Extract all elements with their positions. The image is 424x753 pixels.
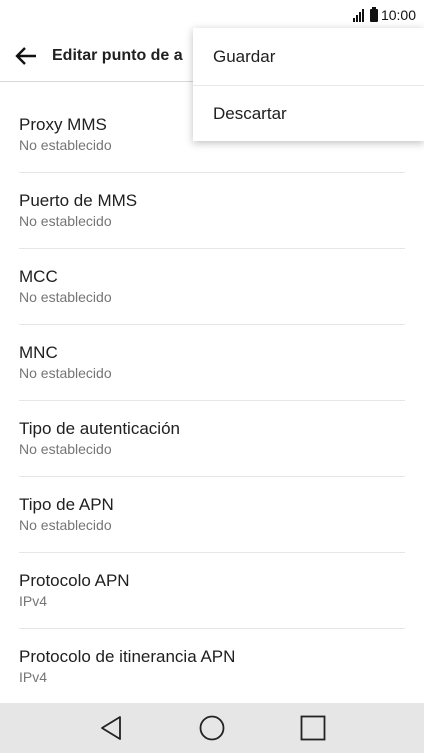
settings-list: Proxy MMS No establecido Puerto de MMS N… — [0, 97, 424, 705]
back-button[interactable] — [0, 30, 52, 82]
home-circle-icon — [199, 715, 225, 741]
list-item-tipo-apn[interactable]: Tipo de APN No establecido — [19, 477, 405, 553]
item-value: No establecido — [19, 365, 112, 381]
battery-icon — [369, 6, 378, 22]
page-title: Editar punto de a — [52, 46, 183, 64]
list-item-mnc[interactable]: MNC No establecido — [19, 325, 405, 401]
item-title: MNC — [19, 343, 58, 362]
list-item-mcc[interactable]: MCC No establecido — [19, 249, 405, 325]
item-value: IPv4 — [19, 669, 48, 685]
recents-square-icon — [300, 715, 326, 741]
signal-icon — [352, 8, 364, 22]
item-title: MCC — [19, 267, 58, 286]
list-item-protocolo-itinerancia-apn[interactable]: Protocolo de itinerancia APN IPv4 — [19, 629, 405, 705]
list-item-puerto-mms[interactable]: Puerto de MMS No establecido — [19, 173, 405, 249]
item-title: Protocolo de itinerancia APN — [19, 647, 236, 666]
status-time: 10:00 — [380, 7, 416, 23]
navigation-bar — [0, 703, 424, 753]
nav-back-button[interactable] — [91, 708, 131, 748]
item-value: No establecido — [19, 517, 112, 533]
back-triangle-icon — [100, 716, 121, 740]
status-bar: 10:00 — [0, 0, 424, 30]
nav-recents-button[interactable] — [293, 708, 333, 748]
overflow-menu: Guardar Descartar — [193, 28, 424, 141]
item-value: No establecido — [19, 289, 112, 305]
list-item-tipo-autenticacion[interactable]: Tipo de autenticación No establecido — [19, 401, 405, 477]
item-value: IPv4 — [19, 593, 48, 609]
list-item-protocolo-apn[interactable]: Protocolo APN IPv4 — [19, 553, 405, 629]
item-value: No establecido — [19, 213, 112, 229]
item-title: Tipo de APN — [19, 495, 114, 514]
arrow-left-icon — [15, 46, 36, 65]
item-value: No establecido — [19, 441, 112, 457]
item-title: Puerto de MMS — [19, 191, 138, 210]
item-title: Tipo de autenticación — [19, 419, 180, 438]
nav-home-button[interactable] — [192, 708, 232, 748]
item-title: Protocolo APN — [19, 571, 130, 590]
menu-item-descartar[interactable]: Descartar — [193, 85, 424, 141]
menu-item-guardar[interactable]: Guardar — [193, 28, 424, 85]
